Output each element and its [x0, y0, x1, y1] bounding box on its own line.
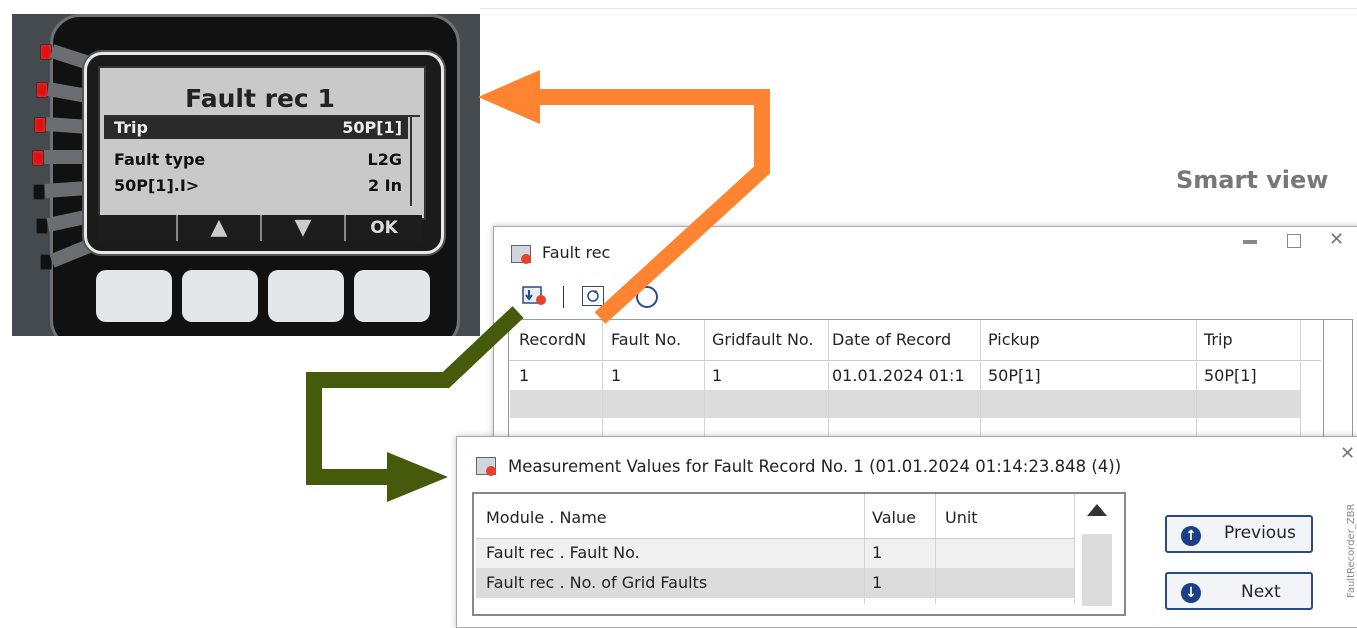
- orange-arrow-head: [478, 70, 540, 124]
- green-arrow-head: [387, 452, 448, 502]
- arrows-overlay: [306, 70, 770, 502]
- orange-arrow-line: [530, 89, 770, 324]
- green-arrow-line: [306, 306, 524, 485]
